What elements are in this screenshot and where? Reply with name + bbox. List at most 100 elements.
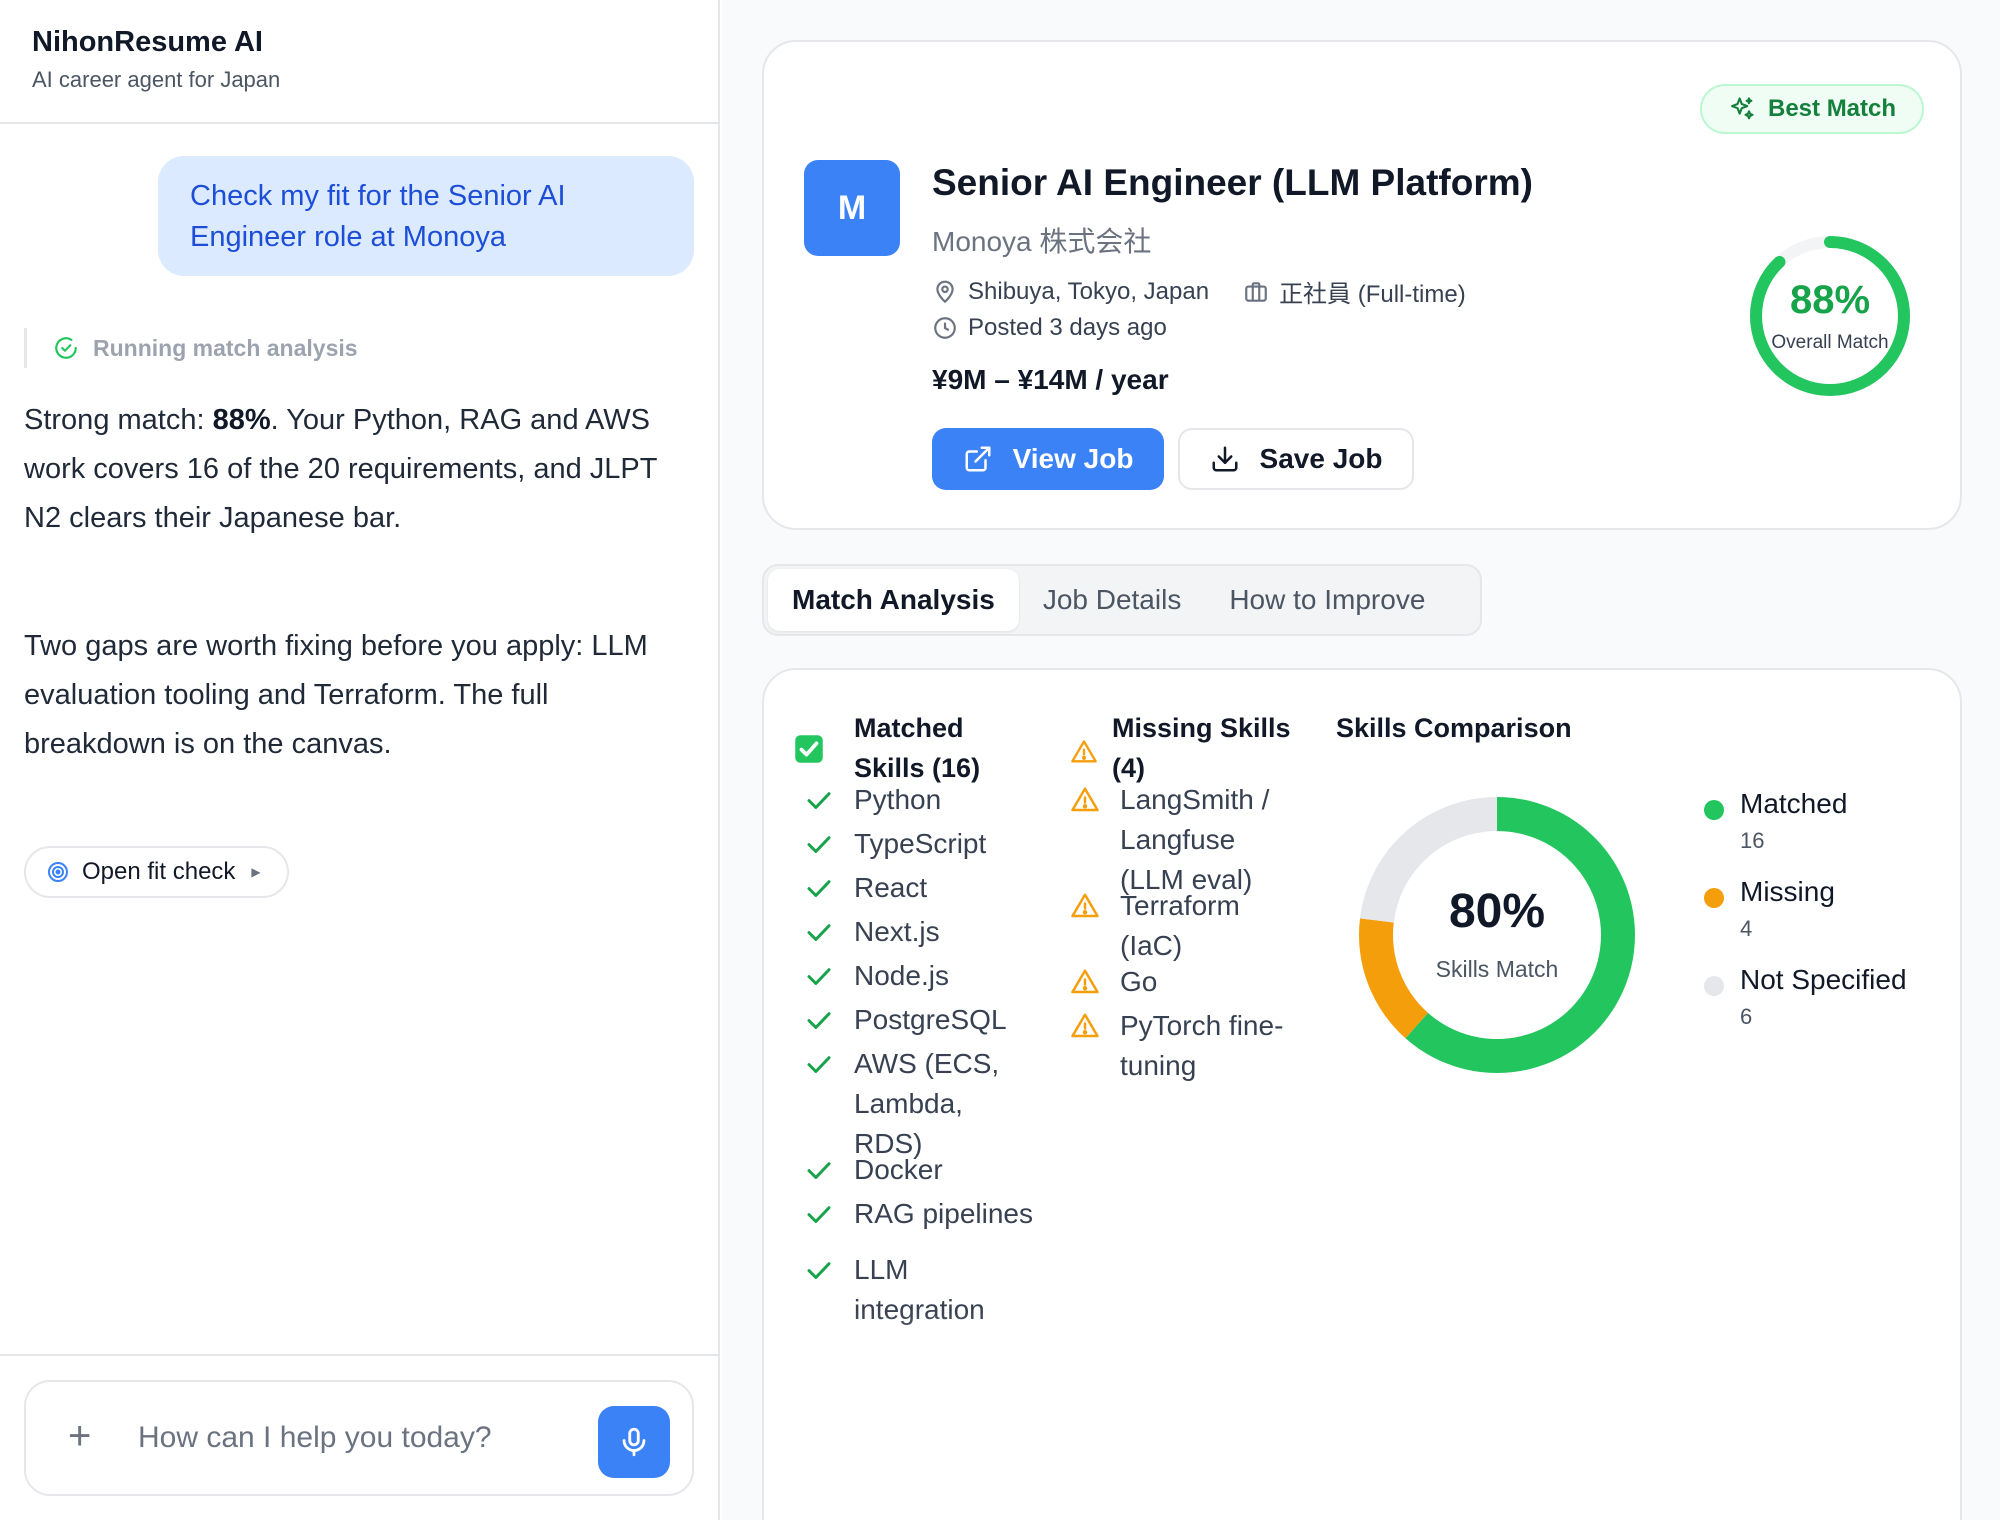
legend-dot xyxy=(1704,888,1724,908)
save-job-button[interactable]: Save Job xyxy=(1178,428,1414,490)
skill-label: Python xyxy=(854,784,942,815)
donut-center-value: 80% xyxy=(1448,885,1546,938)
missing-skill-item: Terraform (IaC) xyxy=(1070,886,1300,966)
check-icon xyxy=(807,792,831,809)
skill-label: LangSmith / Langfuse (LLM eval) xyxy=(1120,784,1270,895)
caret-right-icon: ▶ xyxy=(251,865,261,879)
overall-match-value: 88% xyxy=(1789,278,1871,322)
matched-skill-item: PostgreSQL xyxy=(804,1000,1034,1040)
job-meta-row: Shibuya, Tokyo, Japan 正社員 (Full-time) xyxy=(932,274,1466,309)
legend-count: 6 xyxy=(1740,1004,1753,1029)
warning-icon xyxy=(1071,893,1099,918)
best-match-label: Best Match xyxy=(1768,95,1897,122)
warning-icon xyxy=(1071,1013,1099,1038)
check-circle-icon xyxy=(55,337,77,359)
tab-match-analysis[interactable]: Match Analysis xyxy=(768,569,1019,631)
legend-dot xyxy=(1704,976,1724,996)
check-icon xyxy=(807,968,831,985)
plus-icon[interactable]: + xyxy=(68,1416,91,1456)
clock-icon xyxy=(934,317,956,339)
open-fit-check-button[interactable]: Open fit check ▶ xyxy=(24,846,289,898)
matched-skill-item: Next.js xyxy=(804,912,1034,952)
reply-text: Strong match: xyxy=(24,404,213,436)
view-job-button[interactable]: View Job xyxy=(932,428,1164,490)
scroll-fade xyxy=(764,1310,1960,1520)
check-icon xyxy=(807,1162,831,1179)
legend-label: Missing xyxy=(1740,876,1835,907)
check-icon xyxy=(807,880,831,897)
best-match-badge: Best Match xyxy=(1700,84,1925,134)
legend-label: Matched xyxy=(1740,788,1848,819)
missing-skills-heading: Missing Skills (4) xyxy=(1112,713,1291,783)
composer-divider xyxy=(0,1354,718,1356)
chat-input[interactable] xyxy=(138,1412,578,1464)
matched-skill-item: Node.js xyxy=(804,956,1034,996)
tab-how-to-improve[interactable]: How to Improve xyxy=(1205,569,1449,631)
company-logo: M xyxy=(804,160,900,256)
canvas-panel: Best Match M Senior AI Engineer (LLM Pla… xyxy=(722,0,2000,1520)
warning-icon xyxy=(1071,969,1099,994)
download-icon xyxy=(1212,446,1238,472)
matched-skill-item: LLM integration xyxy=(804,1250,1034,1330)
job-salary: ¥9M – ¥14M / year xyxy=(932,364,1169,395)
matched-skills-heading: Matched Skills (16) xyxy=(854,713,981,783)
skill-label: LLM integration xyxy=(854,1254,985,1325)
legend-label: Not Specified xyxy=(1740,964,1907,995)
legend-count: 4 xyxy=(1740,916,1753,941)
user-message: Check my fit for the Senior AI Engineer … xyxy=(158,156,694,276)
tab-bar: Match Analysis Job Details How to Improve xyxy=(762,564,1482,636)
job-location: Shibuya, Tokyo, Japan xyxy=(968,277,1210,305)
skill-label: Terraform (IaC) xyxy=(1120,890,1240,961)
overall-match-label: Overall Match xyxy=(1771,332,1889,353)
legend-dot xyxy=(1704,800,1724,820)
skill-label: Node.js xyxy=(854,960,949,991)
tool-status-text: Running match analysis xyxy=(93,334,358,361)
skill-label: Docker xyxy=(854,1154,943,1185)
missing-skill-item: Go xyxy=(1070,962,1300,1002)
skill-label: RAG pipelines xyxy=(854,1198,1033,1229)
matched-skill-item: RAG pipelines xyxy=(804,1194,1034,1234)
missing-skill-item: LangSmith / Langfuse (LLM eval) xyxy=(1070,780,1300,900)
composer: + xyxy=(24,1380,694,1496)
company-name: Monoya 株式会社 xyxy=(932,226,1152,257)
chat-panel: NihonResume AI AI career agent for Japan… xyxy=(0,0,720,1520)
matched-skill-item: Docker xyxy=(804,1150,1034,1190)
warning-icon xyxy=(1071,740,1097,763)
reply-emphasis: 88% xyxy=(212,404,271,436)
external-link-icon xyxy=(965,446,991,472)
target-icon xyxy=(48,862,68,882)
job-card: Best Match M Senior AI Engineer (LLM Pla… xyxy=(762,40,1962,530)
view-job-label: View Job xyxy=(1012,443,1134,474)
check-icon xyxy=(807,924,831,941)
matched-skill-item: React xyxy=(804,868,1034,908)
job-meta-row: Posted 3 days ago xyxy=(932,314,1167,342)
sparkles-icon xyxy=(1731,97,1754,120)
briefcase-icon xyxy=(1245,281,1267,302)
skill-label: AWS (ECS, Lambda, RDS) xyxy=(854,1048,1000,1159)
warning-icon xyxy=(1071,787,1099,812)
skill-label: PostgreSQL xyxy=(854,1004,1007,1035)
skill-label: PyTorch fine-tuning xyxy=(1120,1010,1284,1081)
skills-comparison-heading: Skills Comparison xyxy=(1336,713,1572,743)
checkbox-icon xyxy=(795,735,823,763)
check-icon xyxy=(807,1262,831,1279)
legend-count: 16 xyxy=(1740,828,1765,853)
microphone-button[interactable] xyxy=(598,1406,670,1478)
missing-skill-item: PyTorch fine-tuning xyxy=(1070,1006,1300,1086)
matched-skill-item: Python xyxy=(804,780,1034,820)
app-tagline: AI career agent for Japan xyxy=(32,67,281,92)
header-divider xyxy=(0,122,718,124)
check-icon xyxy=(807,1206,831,1223)
brand: NihonResume AI AI career agent for Japan xyxy=(32,26,280,93)
open-fit-check-label: Open fit check xyxy=(82,858,236,885)
assistant-message-1: Strong match: 88%. Your Python, RAG and … xyxy=(24,396,664,543)
tool-status: Running match analysis xyxy=(24,328,358,368)
job-title: Senior AI Engineer (LLM Platform) xyxy=(932,162,1533,203)
map-pin-icon xyxy=(936,280,954,303)
skill-label: React xyxy=(854,872,928,903)
match-analysis-card: Matched Skills (16) Missing Skills (4) S… xyxy=(762,668,1962,1520)
tab-job-details[interactable]: Job Details xyxy=(1019,569,1206,631)
check-icon xyxy=(807,1056,831,1073)
check-icon xyxy=(807,836,831,853)
skill-label: TypeScript xyxy=(854,828,987,859)
